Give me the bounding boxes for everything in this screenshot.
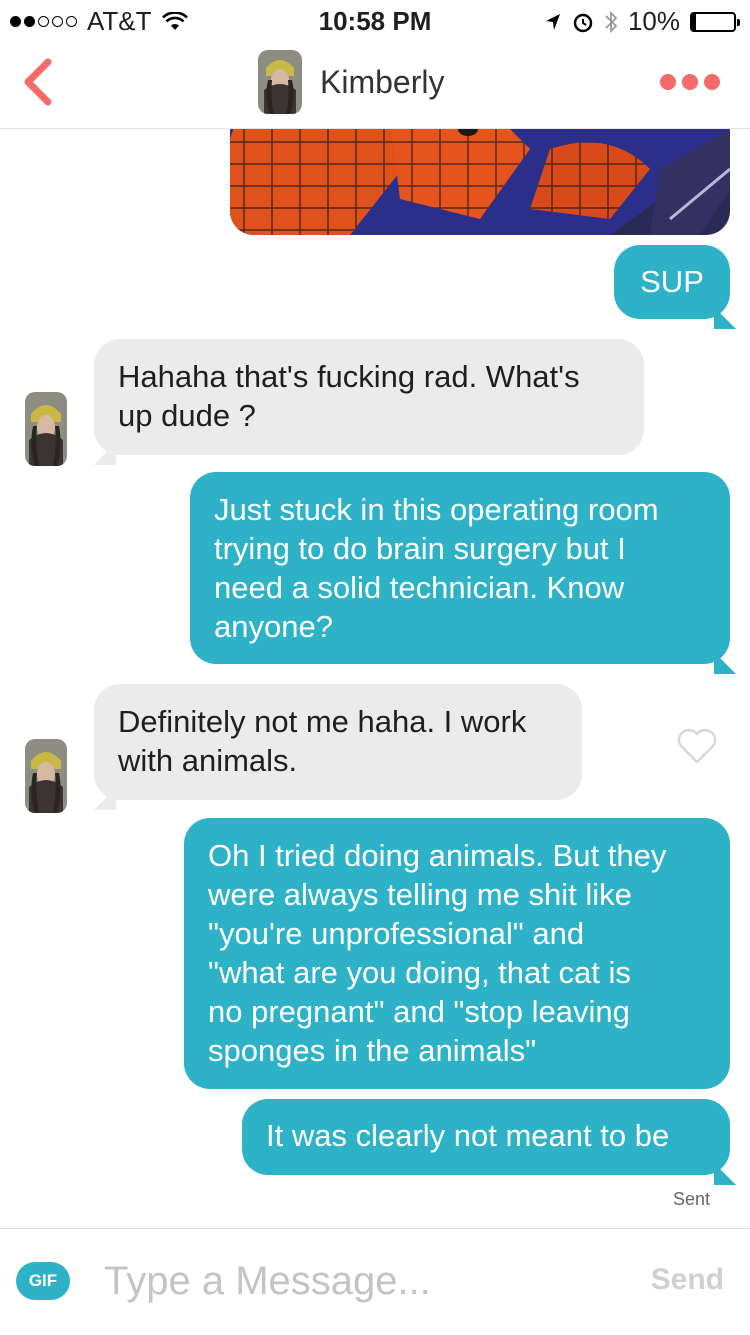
conversation[interactable]: SUP Hahaha that's fucking rad. What's up… bbox=[0, 129, 750, 1227]
message-input[interactable] bbox=[104, 1251, 624, 1311]
bubble-tail bbox=[714, 1163, 736, 1185]
chat-header: Kimberly bbox=[0, 40, 750, 129]
message-line: "you're unprofessional" and bbox=[208, 916, 585, 951]
message-line: Definitely not me haha. I work bbox=[118, 704, 527, 739]
battery-percent: 10% bbox=[627, 6, 680, 36]
send-button[interactable]: Send bbox=[651, 1263, 724, 1297]
message-composer: GIF Send bbox=[0, 1228, 750, 1335]
image-attachment-icon bbox=[230, 129, 730, 235]
image-message[interactable] bbox=[230, 129, 730, 235]
more-options-button[interactable] bbox=[660, 74, 720, 90]
message-line: up dude ? bbox=[118, 398, 256, 433]
bubble-tail bbox=[714, 652, 736, 674]
gif-button[interactable]: GIF bbox=[16, 1262, 70, 1300]
outgoing-message[interactable]: Just stuck in this operating room trying… bbox=[190, 472, 730, 664]
alarm-icon bbox=[573, 13, 593, 32]
message-line: no pregnant" and "stop leaving bbox=[208, 994, 630, 1029]
message-line: with animals. bbox=[118, 743, 298, 778]
message-text: SUP bbox=[640, 264, 704, 299]
bubble-tail bbox=[714, 307, 736, 329]
chevron-left-icon bbox=[24, 58, 52, 106]
outgoing-message[interactable]: SUP bbox=[614, 245, 730, 319]
status-bar: AT&T 10:58 PM 10% bbox=[0, 0, 750, 40]
message-line: "what are you doing, that cat is bbox=[208, 955, 631, 990]
outgoing-message[interactable]: Oh I tried doing animals. But they were … bbox=[184, 818, 730, 1089]
message-line: need a solid technician. Know bbox=[214, 570, 625, 605]
battery-level bbox=[692, 13, 697, 30]
incoming-message[interactable]: Hahaha that's fucking rad. What's up dud… bbox=[94, 339, 644, 455]
message-line: Hahaha that's fucking rad. What's bbox=[118, 359, 580, 394]
avatar[interactable] bbox=[25, 739, 67, 813]
status-right: 10% bbox=[544, 6, 740, 37]
match-profile-link[interactable]: Kimberly bbox=[258, 50, 444, 114]
sent-status: Sent bbox=[672, 1189, 710, 1209]
message-line: Oh I tried doing animals. But they bbox=[208, 838, 667, 873]
message-line: trying to do brain surgery but I bbox=[214, 531, 626, 566]
message-line: Just stuck in this operating room bbox=[214, 492, 659, 527]
message-line: sponges in the animals" bbox=[208, 1033, 537, 1068]
message-line: anyone? bbox=[214, 609, 333, 644]
like-heart-icon[interactable] bbox=[676, 726, 718, 766]
back-button[interactable] bbox=[14, 54, 64, 110]
location-arrow-icon bbox=[545, 13, 560, 30]
more-dots-icon bbox=[660, 74, 676, 90]
message-text: It was clearly not meant to be bbox=[266, 1118, 670, 1153]
incoming-message[interactable]: Definitely not me haha. I work with anim… bbox=[94, 684, 582, 800]
avatar[interactable] bbox=[25, 392, 67, 466]
match-name: Kimberly bbox=[320, 63, 445, 100]
bluetooth-icon bbox=[605, 10, 618, 33]
battery-icon bbox=[690, 11, 740, 32]
message-line: were always telling me shit like bbox=[208, 877, 632, 912]
avatar[interactable] bbox=[258, 50, 302, 114]
outgoing-message[interactable]: It was clearly not meant to be bbox=[242, 1099, 730, 1175]
